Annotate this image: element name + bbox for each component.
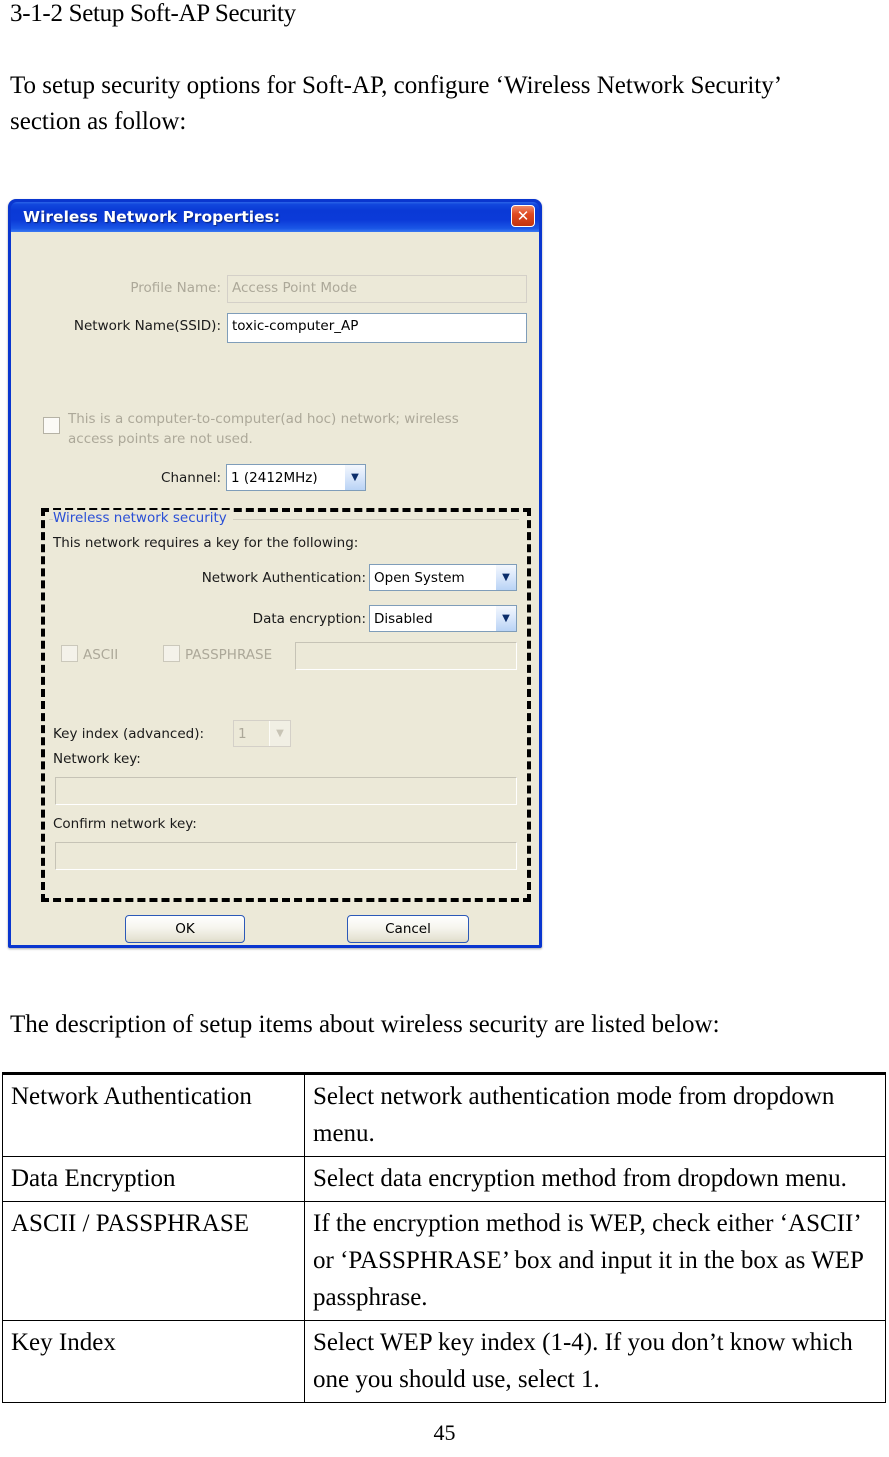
data-encryption-label: Data encryption: bbox=[252, 611, 366, 627]
confirm-network-key-label: Confirm network key: bbox=[53, 816, 197, 832]
table-cell-item: ASCII / PASSPHRASE bbox=[2, 1201, 305, 1321]
table-cell-description: If the encryption method is WEP, check e… bbox=[304, 1201, 886, 1321]
chevron-down-icon: ▼ bbox=[269, 721, 290, 746]
intro-paragraph: To setup security options for Soft-AP, c… bbox=[10, 72, 781, 135]
close-icon[interactable]: ✕ bbox=[511, 205, 535, 227]
table-cell-item: Data Encryption bbox=[2, 1156, 305, 1202]
dialog-body: Profile Name: Access Point Mode Network … bbox=[11, 232, 539, 945]
passphrase-label: PASSPHRASE bbox=[185, 647, 273, 663]
table-cell-description: Select network authentication mode from … bbox=[304, 1072, 886, 1157]
passphrase-checkbox[interactable] bbox=[163, 645, 180, 662]
network-authentication-value: Open System bbox=[374, 569, 465, 586]
data-encryption-value: Disabled bbox=[374, 610, 433, 627]
chevron-down-icon: ▼ bbox=[495, 606, 516, 631]
ascii-label: ASCII bbox=[83, 647, 119, 663]
requires-key-text: This network requires a key for the foll… bbox=[53, 535, 359, 551]
adhoc-label: This is a computer-to-computer(ad hoc) n… bbox=[68, 411, 459, 447]
network-authentication-label: Network Authentication: bbox=[201, 570, 366, 586]
ssid-input[interactable]: toxic-computer_AP bbox=[227, 313, 527, 343]
table-cell-description: Select data encryption method from dropd… bbox=[304, 1156, 886, 1202]
dialog-title: Wireless Network Properties: bbox=[23, 208, 281, 226]
chevron-down-icon: ▼ bbox=[344, 465, 365, 490]
setup-items-table: Network Authentication Select network au… bbox=[2, 1072, 886, 1403]
key-index-label: Key index (advanced): bbox=[53, 726, 205, 742]
cancel-button[interactable]: Cancel bbox=[347, 915, 469, 943]
confirm-network-key-input[interactable] bbox=[55, 842, 517, 870]
key-index-value: 1 bbox=[238, 725, 247, 742]
table-row: Key Index Select WEP key index (1-4). If… bbox=[2, 1320, 886, 1403]
table-cell-item: Network Authentication bbox=[2, 1072, 305, 1157]
key-index-select[interactable]: 1 ▼ bbox=[233, 720, 291, 747]
data-encryption-select[interactable]: Disabled ▼ bbox=[369, 605, 517, 632]
channel-label: Channel: bbox=[161, 470, 221, 486]
chevron-down-icon: ▼ bbox=[495, 565, 516, 590]
passphrase-input[interactable] bbox=[295, 642, 517, 670]
security-groupbox-title: Wireless network security bbox=[53, 510, 233, 526]
ok-button[interactable]: OK bbox=[125, 915, 245, 943]
table-cell-description: Select WEP key index (1-4). If you don’t… bbox=[304, 1320, 886, 1403]
profile-name-input[interactable]: Access Point Mode bbox=[227, 275, 527, 303]
adhoc-checkbox[interactable] bbox=[43, 417, 60, 434]
network-key-label: Network key: bbox=[53, 751, 141, 767]
table-row: ASCII / PASSPHRASE If the encryption met… bbox=[2, 1201, 886, 1321]
table-cell-item: Key Index bbox=[2, 1320, 305, 1403]
table-row: Data Encryption Select data encryption m… bbox=[2, 1156, 886, 1202]
table-row: Network Authentication Select network au… bbox=[2, 1072, 886, 1157]
network-key-input[interactable] bbox=[55, 777, 517, 805]
page-title: 3-1-2 Setup Soft-AP Security bbox=[10, 0, 296, 27]
network-authentication-select[interactable]: Open System ▼ bbox=[369, 564, 517, 591]
ssid-label: Network Name(SSID): bbox=[73, 318, 221, 334]
dialog-title-bar: Wireless Network Properties: ✕ bbox=[11, 202, 539, 232]
wireless-network-properties-dialog: Wireless Network Properties: ✕ Profile N… bbox=[8, 199, 542, 948]
profile-name-label: Profile Name: bbox=[130, 280, 221, 296]
channel-select-value: 1 (2412MHz) bbox=[231, 469, 318, 486]
description-paragraph: The description of setup items about wir… bbox=[10, 1011, 720, 1038]
ascii-checkbox[interactable] bbox=[61, 645, 78, 662]
page-number: 45 bbox=[433, 1420, 456, 1445]
channel-select[interactable]: 1 (2412MHz) ▼ bbox=[226, 464, 366, 491]
